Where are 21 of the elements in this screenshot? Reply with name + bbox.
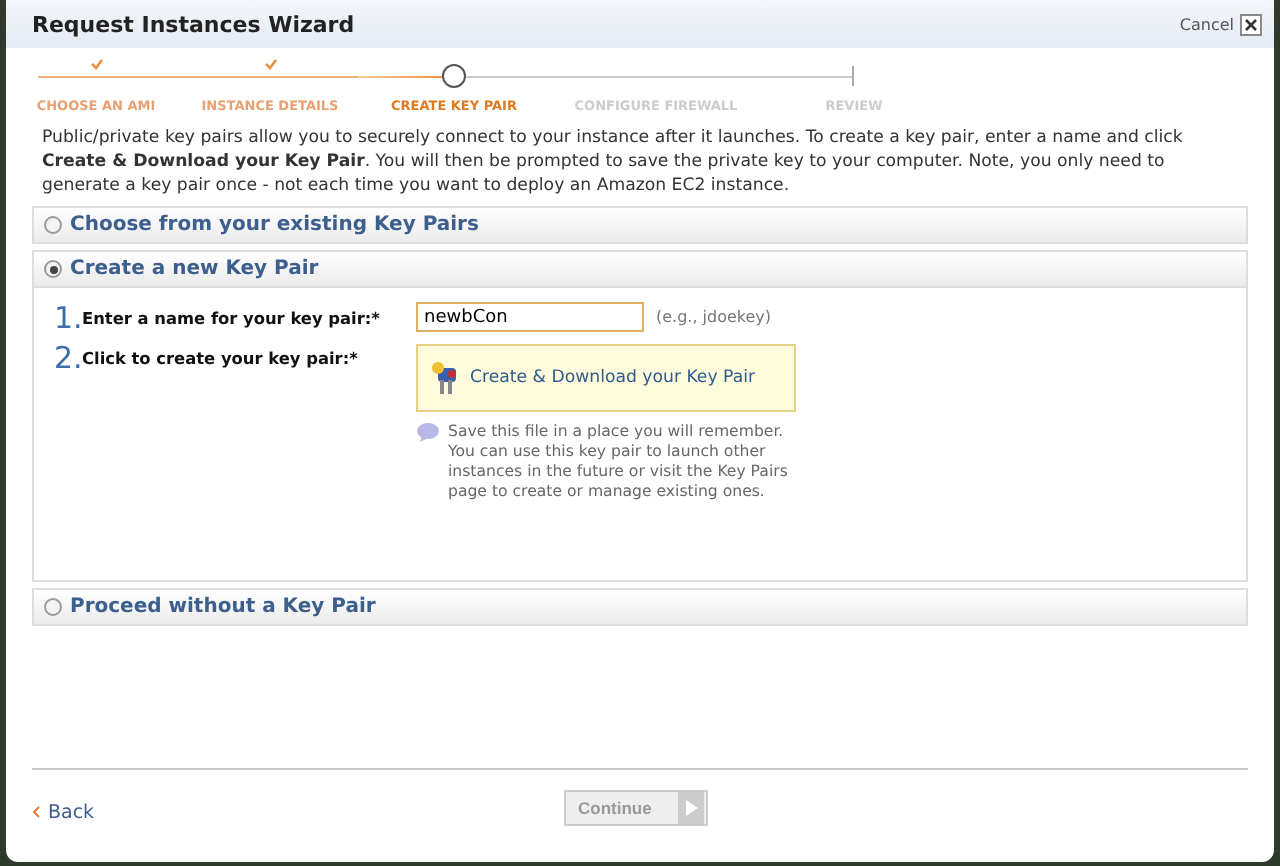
step-number: 1. (54, 304, 82, 332)
speech-bubble-icon (416, 422, 440, 444)
create-download-button[interactable]: Create & Download your Key Pair (416, 344, 796, 412)
hint-text: (e.g., jdoekey) (656, 306, 772, 330)
back-link[interactable]: Back (32, 801, 95, 823)
option-label[interactable]: Create a new Key Pair (70, 258, 319, 280)
radio-button[interactable] (44, 598, 62, 616)
name-input[interactable]: newbCon (416, 302, 644, 332)
radio-button[interactable] (44, 216, 62, 234)
chevron-left-icon (32, 806, 40, 818)
play-arrow-icon (685, 800, 697, 816)
field-label: Enter a name for your key pair:* (82, 306, 382, 332)
window-title: Request Instances Wizard (32, 11, 357, 37)
step-number: 2. (54, 344, 82, 372)
radio-button[interactable] (44, 260, 62, 278)
cancel-link[interactable]: Cancel (1179, 13, 1262, 35)
close-icon[interactable] (1240, 13, 1262, 35)
field-label: Click to create your key pair:* (82, 346, 360, 372)
keys-icon (430, 360, 462, 396)
option-label[interactable]: Proceed without a Key Pair (70, 596, 376, 618)
intro-text: Public/private key pairs allow you to securely connect to your instance after it launches. To create a key pair, enter a name and click Create & Download your Key Pair. You will then be prompted to save the private key to your computer. Note, you only need to generate a key pair once - not each time you want to deploy an Amazon EC2 instance. (42, 126, 1185, 198)
